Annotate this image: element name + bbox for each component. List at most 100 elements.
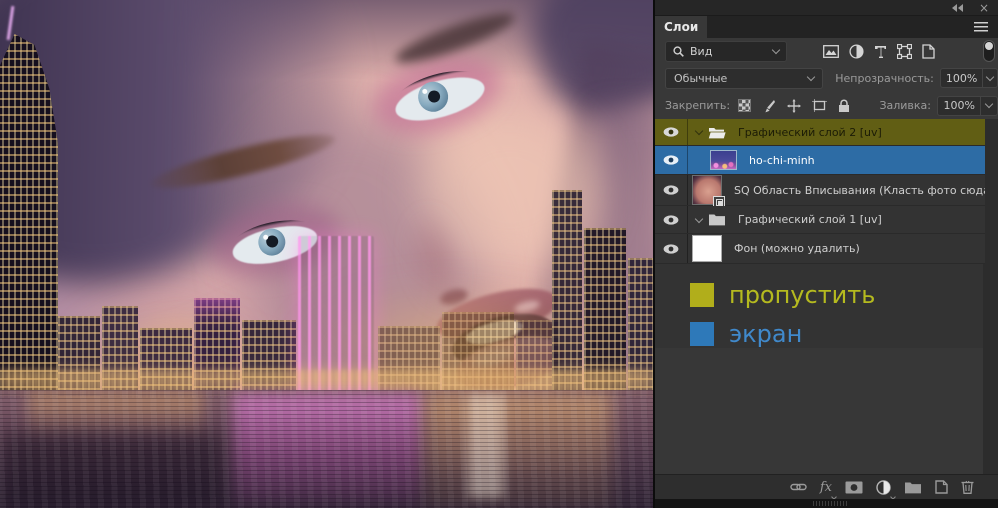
photoshop-window: × Слои Вид [0,0,998,508]
new-layer-icon [935,480,948,494]
layer-thumbnail[interactable] [710,150,737,170]
scrollbar-track[interactable] [983,119,998,474]
layers-list: Графический слой 2 [uv] ho-chi-minh [655,119,998,264]
lock-position-icon[interactable] [787,99,801,113]
blend-mode-legend: пропустить экран [655,264,998,348]
layer-style-button[interactable]: fx [820,480,832,495]
filter-shape-layers-icon[interactable] [897,44,912,59]
legend-swatch-blue [690,322,714,346]
layer-row-background[interactable]: Фон (можно удалить) [655,234,985,264]
eye-icon [663,127,679,137]
layer-name: Графический слой 1 [uv] [738,213,882,226]
lock-pixels-brush-icon[interactable] [762,99,776,113]
panel-bottom-edge [655,499,998,508]
layer-row-group2[interactable]: Графический слой 2 [uv] [655,119,985,146]
visibility-toggle[interactable] [655,175,688,205]
fill-label: Заливка: [879,99,931,112]
delete-layer-button[interactable] [961,480,974,494]
legend-entry-pass-through: пропустить [690,281,998,309]
eye-icon [663,215,679,225]
collapse-panel-icon[interactable] [952,4,963,12]
layer-row-group1[interactable]: Графический слой 1 [uv] [655,206,985,234]
new-layer-button[interactable] [935,480,948,494]
trash-icon [961,480,974,494]
legend-label: экран [729,320,802,348]
resize-gripper[interactable] [813,501,847,506]
new-group-button[interactable] [904,481,922,494]
visibility-toggle[interactable] [655,234,688,263]
lock-all-icon[interactable] [838,99,850,113]
lock-artboard-icon[interactable] [812,99,827,112]
layer-filter-row: Вид [655,38,998,64]
legend-swatch-olive [690,283,714,307]
opacity-label: Непрозрачность: [835,72,934,85]
legend-label: пропустить [729,281,875,309]
toggle-knob [985,42,993,50]
blend-mode-select[interactable]: Обычные [665,68,823,89]
filter-adjustment-layers-icon[interactable] [849,44,864,59]
visibility-toggle[interactable] [655,206,688,233]
fill-input[interactable]: 100% [937,96,981,116]
link-layers-button[interactable] [790,480,807,494]
legend-entry-screen: экран [690,320,998,348]
chevron-down-icon [807,72,815,80]
folder-icon [708,213,726,226]
blend-mode-value: Обычные [674,72,808,85]
chevron-down-icon [985,100,993,108]
layers-footer-toolbar: fx [655,474,998,499]
panel-tabstrip: Слои [655,16,998,38]
fill-dropdown-button[interactable] [981,96,998,116]
fx-icon: fx [820,480,832,495]
document-canvas[interactable] [0,0,653,508]
chevron-down-icon[interactable] [695,127,703,135]
water-ripples [0,390,653,508]
filter-kind-icons [823,44,935,59]
tab-layers-label: Слои [664,20,698,34]
panel-titlebar: × [655,0,998,16]
folder-open-icon [708,126,726,139]
lock-transparency-icon[interactable] [738,99,751,112]
close-icon[interactable]: × [979,3,989,13]
folder-icon [904,481,922,494]
city-shoreline-glow [0,372,653,384]
layer-name: Графический слой 2 [uv] [738,126,882,139]
layer-name: SQ Область Вписывания (Класть фото сюда)… [734,184,985,197]
fill-value: 100% [944,99,975,112]
filter-type-layers-icon[interactable] [874,45,887,58]
adjustment-layer-icon [876,480,891,495]
lock-row: Закрепить: [655,92,998,119]
visibility-toggle[interactable] [655,146,688,174]
layer-name: Фон (можно удалить) [734,242,860,255]
layer-search-dropdown[interactable]: Вид [665,41,787,62]
filtering-toggle[interactable] [983,40,995,62]
panel-menu-icon[interactable] [974,22,988,32]
filter-pixel-layers-icon[interactable] [823,45,839,58]
filter-smart-object-icon[interactable] [922,44,935,59]
layer-thumbnail[interactable] [692,175,722,205]
layers-panel: × Слои Вид [653,0,998,508]
layer-row-ho-chi-minh[interactable]: ho-chi-minh [655,146,985,175]
blend-mode-row: Обычные Непрозрачность: 100% [655,64,998,92]
chevron-down-icon[interactable] [695,214,703,222]
chevron-down-icon [986,72,994,80]
lock-label: Закрепить: [665,99,730,112]
add-layer-mask-button[interactable] [845,481,863,494]
opacity-input[interactable]: 100% [940,68,983,88]
layer-row-smart-object[interactable]: SQ Область Вписывания (Класть фото сюда)… [655,175,985,206]
opacity-dropdown-button[interactable] [983,68,998,88]
layer-name: ho-chi-minh [749,154,815,167]
visibility-toggle[interactable] [655,119,688,145]
opacity-value: 100% [946,72,977,85]
city-tower-right [552,190,582,398]
layer-mask-icon [845,481,863,494]
new-adjustment-layer-button[interactable] [876,480,891,495]
layer-thumbnail[interactable] [692,235,722,262]
chevron-down-icon [772,45,780,53]
eye-icon [663,185,679,195]
city-tower-bitexco [0,34,58,398]
link-icon [790,480,807,494]
eye-icon [663,244,679,254]
tab-layers[interactable]: Слои [655,16,707,38]
search-icon [673,46,684,57]
search-filter-value: Вид [690,45,767,58]
